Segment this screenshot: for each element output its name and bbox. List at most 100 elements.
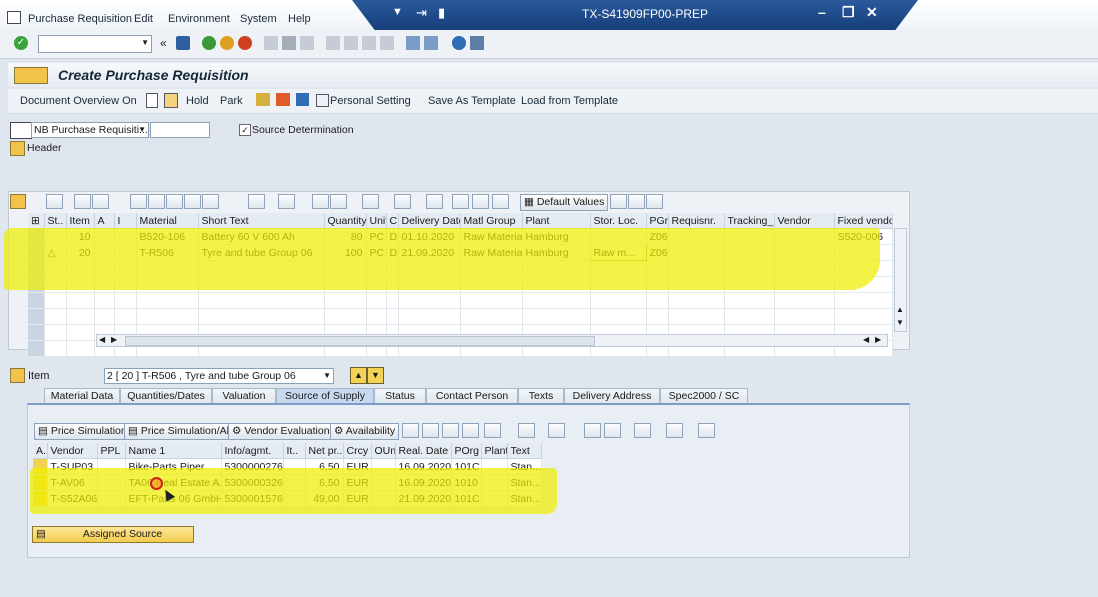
tab-texts[interactable]: Texts	[518, 388, 564, 404]
tab-status[interactable]: Status	[374, 388, 426, 404]
tab-source-of-supply[interactable]: Source of Supply	[276, 388, 374, 404]
items-vertical-scrollbar[interactable]: ▲ ▼	[894, 228, 907, 332]
find-icon[interactable]	[442, 423, 459, 438]
col-oun[interactable]: OUn	[371, 443, 396, 459]
table-row[interactable]	[28, 292, 893, 309]
back-icon[interactable]	[202, 36, 216, 50]
col-matl-group[interactable]: Matl Group	[460, 213, 523, 229]
subtotal-icon[interactable]	[278, 194, 295, 209]
find-icon[interactable]	[166, 194, 183, 209]
menu-environment[interactable]: Environment	[168, 13, 230, 25]
column-config-icon[interactable]: ⊞	[28, 213, 45, 229]
col-stor-loc[interactable]: Stor. Loc.	[590, 213, 647, 229]
price-simulation-all-button[interactable]: ▤ Price Simulation/All	[124, 423, 236, 440]
col-c[interactable]: C	[386, 213, 399, 229]
tab-contact-person[interactable]: Contact Person	[426, 388, 518, 404]
table-row[interactable]: 10 B520-106 Battery 60 V 600 Ah 80 PC D …	[28, 228, 893, 245]
views-icon[interactable]	[604, 423, 621, 438]
sum-icon[interactable]	[248, 194, 265, 209]
views-icon[interactable]	[330, 194, 347, 209]
previous-item-button[interactable]: ▲	[350, 367, 367, 384]
tab-spec2000[interactable]: Spec2000 / SC	[660, 388, 748, 404]
col-it[interactable]: It..	[283, 443, 306, 459]
find-next-icon[interactable]	[184, 194, 201, 209]
scroll-up-icon[interactable]: ▲	[896, 305, 904, 314]
document-type-select[interactable]: NB Purchase Requisiti... ▼	[31, 122, 149, 138]
col-unit[interactable]: Unit	[366, 213, 387, 229]
sort-desc-icon[interactable]	[422, 423, 439, 438]
first-page-icon[interactable]	[326, 36, 340, 50]
scroll-thumb[interactable]	[125, 336, 595, 346]
vendor-evaluation-button[interactable]: ⚙ Vendor Evaluation	[228, 423, 334, 440]
col-delivery-date[interactable]: Delivery Date	[398, 213, 461, 229]
tab-quantities-dates[interactable]: Quantities/Dates	[120, 388, 212, 404]
menu-purchase-requisition[interactable]: Purchase Requisition	[28, 13, 132, 25]
find-icon[interactable]	[282, 36, 296, 50]
table-row[interactable]: T-S52A06 EFT-Parts 06 GmbH 5300001576 49…	[33, 490, 542, 507]
new-session-icon[interactable]	[406, 36, 420, 50]
layout-select-icon[interactable]	[394, 194, 411, 209]
menu-system[interactable]: System	[240, 13, 277, 25]
pin-icon[interactable]: ⇥	[416, 5, 427, 21]
check-icon[interactable]	[256, 93, 270, 106]
filter-icon[interactable]	[202, 194, 219, 209]
save-icon[interactable]	[176, 36, 190, 50]
close-icon[interactable]: ✕	[866, 4, 878, 21]
col-item[interactable]: Item	[66, 213, 95, 229]
col-text[interactable]: Text	[507, 443, 542, 459]
table-row[interactable]	[28, 276, 893, 293]
source-determination-checkbox[interactable]: ✓	[239, 124, 251, 136]
new-document-icon[interactable]	[146, 93, 158, 108]
scroll-right-icon[interactable]: ▶	[111, 335, 117, 344]
doc-attach-icon[interactable]	[492, 194, 509, 209]
tab-valuation[interactable]: Valuation	[212, 388, 276, 404]
subtotal-icon[interactable]	[548, 423, 565, 438]
menu-icon[interactable]	[7, 11, 21, 24]
layout-icon[interactable]	[470, 36, 484, 50]
availability-button[interactable]: ⚙ Availability	[330, 423, 400, 440]
col-name1[interactable]: Name 1	[125, 443, 222, 459]
default-values-button[interactable]: ▦ Default Values	[520, 194, 609, 211]
transaction-menu-icon[interactable]	[14, 67, 48, 84]
col-item-cat[interactable]: I	[114, 213, 137, 229]
assigned-source-button[interactable]: ▤ Assigned Source	[32, 526, 194, 543]
cancel-icon[interactable]	[238, 36, 252, 50]
sum-icon[interactable]	[518, 423, 535, 438]
col-info-agmt[interactable]: Info/agmt.	[221, 443, 284, 459]
layout-select-icon[interactable]	[666, 423, 683, 438]
menu-help[interactable]: Help	[288, 13, 311, 25]
row-selector[interactable]	[28, 228, 45, 245]
prev-page-icon[interactable]	[344, 36, 358, 50]
find-next-icon[interactable]	[462, 423, 479, 438]
load-from-template-button[interactable]: Load from Template	[521, 95, 618, 107]
sort-asc-icon[interactable]	[402, 423, 419, 438]
items-horizontal-scrollbar[interactable]: ◀ ▶ ◀ ▶	[96, 334, 888, 347]
export2-icon[interactable]	[646, 194, 663, 209]
delete-icon[interactable]	[92, 194, 109, 209]
settings-icon[interactable]	[610, 194, 627, 209]
col-plant[interactable]: Plant	[522, 213, 591, 229]
copy-icon[interactable]	[74, 194, 91, 209]
row-select-box[interactable]	[33, 474, 48, 491]
col-real-date[interactable]: Real. Date	[395, 443, 452, 459]
col-quantity[interactable]: Quantity	[324, 213, 367, 229]
help-icon[interactable]	[452, 36, 466, 50]
filter-icon[interactable]	[484, 423, 501, 438]
doc-icon[interactable]	[452, 194, 469, 209]
col-plant[interactable]: Plant	[481, 443, 508, 459]
enter-icon[interactable]: ✓	[14, 36, 28, 50]
col-short-text[interactable]: Short Text	[198, 213, 325, 229]
info-icon[interactable]	[698, 423, 715, 438]
col-ppl[interactable]: PPL	[97, 443, 126, 459]
col-vendor[interactable]: Vendor	[47, 443, 98, 459]
table-row[interactable]: △ 20 T-R506 Tyre and tube Group 06 100 P…	[28, 244, 893, 261]
back-arrows-icon[interactable]: «	[160, 36, 167, 50]
hold-button[interactable]: Hold	[186, 95, 209, 107]
col-status[interactable]: St..	[44, 213, 67, 229]
document-overview-button[interactable]: Document Overview On	[20, 95, 137, 107]
menu-edit[interactable]: Edit	[134, 13, 153, 25]
messages-icon[interactable]	[276, 93, 290, 106]
park-button[interactable]: Park	[220, 95, 243, 107]
find-next-icon[interactable]	[300, 36, 314, 50]
col-material[interactable]: Material	[136, 213, 199, 229]
